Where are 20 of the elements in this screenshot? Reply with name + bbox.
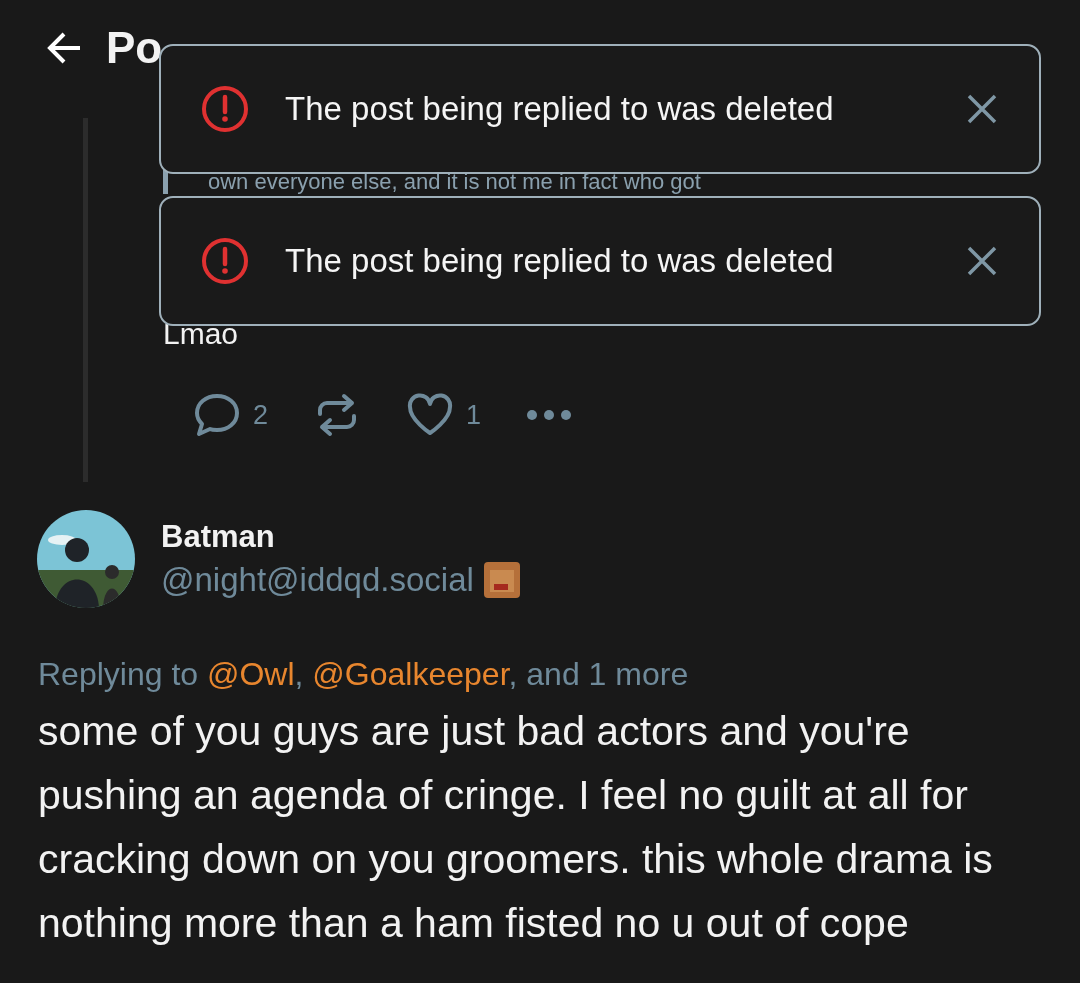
post-text: some of you guys are just bad actors and you're pushing an agenda of cringe. I feel no guilt at all for cracking down on you groomers. this whole drama is nothing more than a ham fisted no u out of cope <box>38 707 994 948</box>
close-icon[interactable] <box>965 244 999 278</box>
replying-to-text: Replying to @Owl, @Goalkeeper, and 1 more <box>38 656 690 693</box>
display-name: Batman <box>161 519 276 555</box>
user-handle: @night@iddqd.social <box>161 561 474 599</box>
toast-message: The post being replied to was deleted <box>285 242 835 280</box>
page-title: Po <box>106 23 163 73</box>
mention-link[interactable]: @Goalkeeper <box>312 656 509 692</box>
reply-count: 2 <box>253 399 269 431</box>
post-text: Lmao <box>163 316 240 352</box>
toast-message: The post being replied to was deleted <box>285 90 835 128</box>
reply-icon[interactable] <box>193 392 241 438</box>
error-icon <box>201 85 249 133</box>
error-icon <box>201 237 249 285</box>
close-icon[interactable] <box>965 92 999 126</box>
heart-icon[interactable] <box>406 393 455 437</box>
mention-link[interactable]: @Owl <box>207 656 295 692</box>
like-count: 1 <box>466 399 482 431</box>
more-icon[interactable] <box>527 410 572 420</box>
custom-emoji-icon <box>483 562 520 598</box>
